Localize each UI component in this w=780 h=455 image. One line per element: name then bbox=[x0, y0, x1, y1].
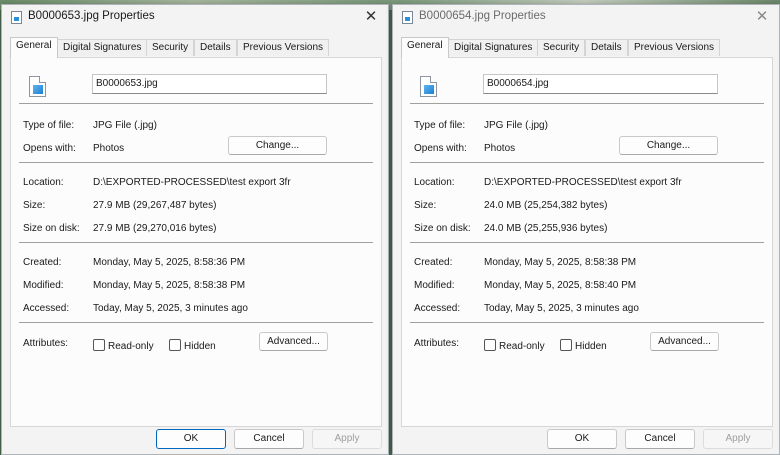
modified-label: Modified: bbox=[23, 280, 64, 291]
attributes-label: Attributes: bbox=[23, 338, 69, 349]
modified-label: Modified: bbox=[414, 280, 455, 291]
hidden-label: Hidden bbox=[184, 341, 216, 352]
title-bar[interactable]: B0000653.jpg Properties ✕ bbox=[2, 5, 388, 31]
divider bbox=[410, 162, 764, 163]
readonly-label: Read-only bbox=[499, 341, 545, 352]
hidden-checkbox[interactable]: Hidden bbox=[560, 339, 607, 353]
advanced-button[interactable]: Advanced... bbox=[650, 332, 719, 351]
opens-with-label: Opens with: bbox=[414, 143, 467, 154]
ok-button[interactable]: OK bbox=[156, 429, 226, 449]
tab-previous-versions[interactable]: Previous Versions bbox=[237, 39, 330, 56]
tab-general[interactable]: General bbox=[401, 37, 449, 58]
modified-value: Monday, May 5, 2025, 8:58:38 PM bbox=[93, 280, 246, 291]
cancel-button[interactable]: Cancel bbox=[234, 429, 304, 449]
tab-strip: General Digital Signatures Security Deta… bbox=[10, 37, 382, 58]
tab-security[interactable]: Security bbox=[537, 39, 586, 56]
tab-details[interactable]: Details bbox=[194, 39, 237, 56]
created-label: Created: bbox=[23, 257, 62, 268]
image-file-icon bbox=[420, 76, 437, 97]
size-label: Size: bbox=[414, 200, 437, 211]
image-file-icon bbox=[29, 76, 46, 97]
divider bbox=[19, 322, 373, 323]
properties-dialog-2: B0000654.jpg Properties ✕ General Digita… bbox=[392, 4, 780, 455]
size-on-disk-value: 24.0 MB (25,255,936 bytes) bbox=[484, 223, 608, 234]
tab-digital-signatures[interactable]: Digital Signatures bbox=[57, 39, 148, 56]
checkbox-icon[interactable] bbox=[169, 339, 181, 351]
type-label: Type of file: bbox=[23, 120, 75, 131]
accessed-label: Accessed: bbox=[23, 303, 70, 314]
checkbox-icon[interactable] bbox=[93, 339, 105, 351]
filename-input[interactable]: B0000653.jpg bbox=[92, 74, 327, 94]
size-on-disk-label: Size on disk: bbox=[414, 223, 471, 234]
created-value: Monday, May 5, 2025, 8:58:36 PM bbox=[93, 257, 246, 268]
location-value: D:\EXPORTED-PROCESSED\test export 3fr bbox=[93, 177, 291, 188]
attributes-label: Attributes: bbox=[414, 338, 460, 349]
created-label: Created: bbox=[414, 257, 453, 268]
title-bar[interactable]: B0000654.jpg Properties ✕ bbox=[393, 5, 779, 31]
type-value: JPG File (.jpg) bbox=[93, 120, 157, 131]
general-panel: B0000653.jpg Type of file: JPG File (.jp… bbox=[10, 57, 382, 427]
readonly-checkbox[interactable]: Read-only bbox=[93, 339, 154, 353]
advanced-button[interactable]: Advanced... bbox=[259, 332, 328, 351]
location-value: D:\EXPORTED-PROCESSED\test export 3fr bbox=[484, 177, 682, 188]
ok-button[interactable]: OK bbox=[547, 429, 617, 449]
opens-with-label: Opens with: bbox=[23, 143, 76, 154]
change-button[interactable]: Change... bbox=[619, 136, 718, 155]
tab-general[interactable]: General bbox=[10, 37, 58, 58]
modified-value: Monday, May 5, 2025, 8:58:40 PM bbox=[484, 280, 637, 291]
divider bbox=[410, 103, 764, 104]
created-value: Monday, May 5, 2025, 8:58:38 PM bbox=[484, 257, 637, 268]
tab-previous-versions[interactable]: Previous Versions bbox=[628, 39, 721, 56]
divider bbox=[410, 322, 764, 323]
divider bbox=[19, 162, 373, 163]
close-icon[interactable]: ✕ bbox=[354, 5, 388, 31]
checkbox-icon[interactable] bbox=[484, 339, 496, 351]
size-value: 24.0 MB (25,254,382 bytes) bbox=[484, 200, 608, 211]
location-label: Location: bbox=[23, 177, 64, 188]
readonly-label: Read-only bbox=[108, 341, 154, 352]
general-panel: B0000654.jpg Type of file: JPG File (.jp… bbox=[401, 57, 773, 427]
size-label: Size: bbox=[23, 200, 46, 211]
filename-input[interactable]: B0000654.jpg bbox=[483, 74, 718, 94]
change-button[interactable]: Change... bbox=[228, 136, 327, 155]
close-icon[interactable]: ✕ bbox=[745, 5, 779, 31]
accessed-value: Today, May 5, 2025, 3 minutes ago bbox=[93, 303, 248, 314]
document-icon bbox=[11, 11, 22, 24]
apply-button[interactable]: Apply bbox=[312, 429, 382, 449]
apply-button[interactable]: Apply bbox=[703, 429, 773, 449]
properties-dialog-1: B0000653.jpg Properties ✕ General Digita… bbox=[1, 4, 389, 455]
window-title: B0000653.jpg Properties bbox=[28, 10, 155, 22]
location-label: Location: bbox=[414, 177, 455, 188]
tab-security[interactable]: Security bbox=[146, 39, 195, 56]
tab-digital-signatures[interactable]: Digital Signatures bbox=[448, 39, 539, 56]
divider bbox=[19, 103, 373, 104]
tab-strip: General Digital Signatures Security Deta… bbox=[401, 37, 773, 58]
window-title: B0000654.jpg Properties bbox=[419, 10, 546, 22]
type-value: JPG File (.jpg) bbox=[484, 120, 548, 131]
divider bbox=[410, 242, 764, 243]
accessed-value: Today, May 5, 2025, 3 minutes ago bbox=[484, 303, 639, 314]
readonly-checkbox[interactable]: Read-only bbox=[484, 339, 545, 353]
hidden-label: Hidden bbox=[575, 341, 607, 352]
type-label: Type of file: bbox=[414, 120, 466, 131]
size-value: 27.9 MB (29,267,487 bytes) bbox=[93, 200, 217, 211]
accessed-label: Accessed: bbox=[414, 303, 461, 314]
cancel-button[interactable]: Cancel bbox=[625, 429, 695, 449]
opens-with-value: Photos bbox=[93, 143, 125, 154]
size-on-disk-label: Size on disk: bbox=[23, 223, 80, 234]
size-on-disk-value: 27.9 MB (29,270,016 bytes) bbox=[93, 223, 217, 234]
tab-details[interactable]: Details bbox=[585, 39, 628, 56]
checkbox-icon[interactable] bbox=[560, 339, 572, 351]
document-icon bbox=[402, 11, 413, 24]
opens-with-value: Photos bbox=[484, 143, 516, 154]
divider bbox=[19, 242, 373, 243]
hidden-checkbox[interactable]: Hidden bbox=[169, 339, 216, 353]
